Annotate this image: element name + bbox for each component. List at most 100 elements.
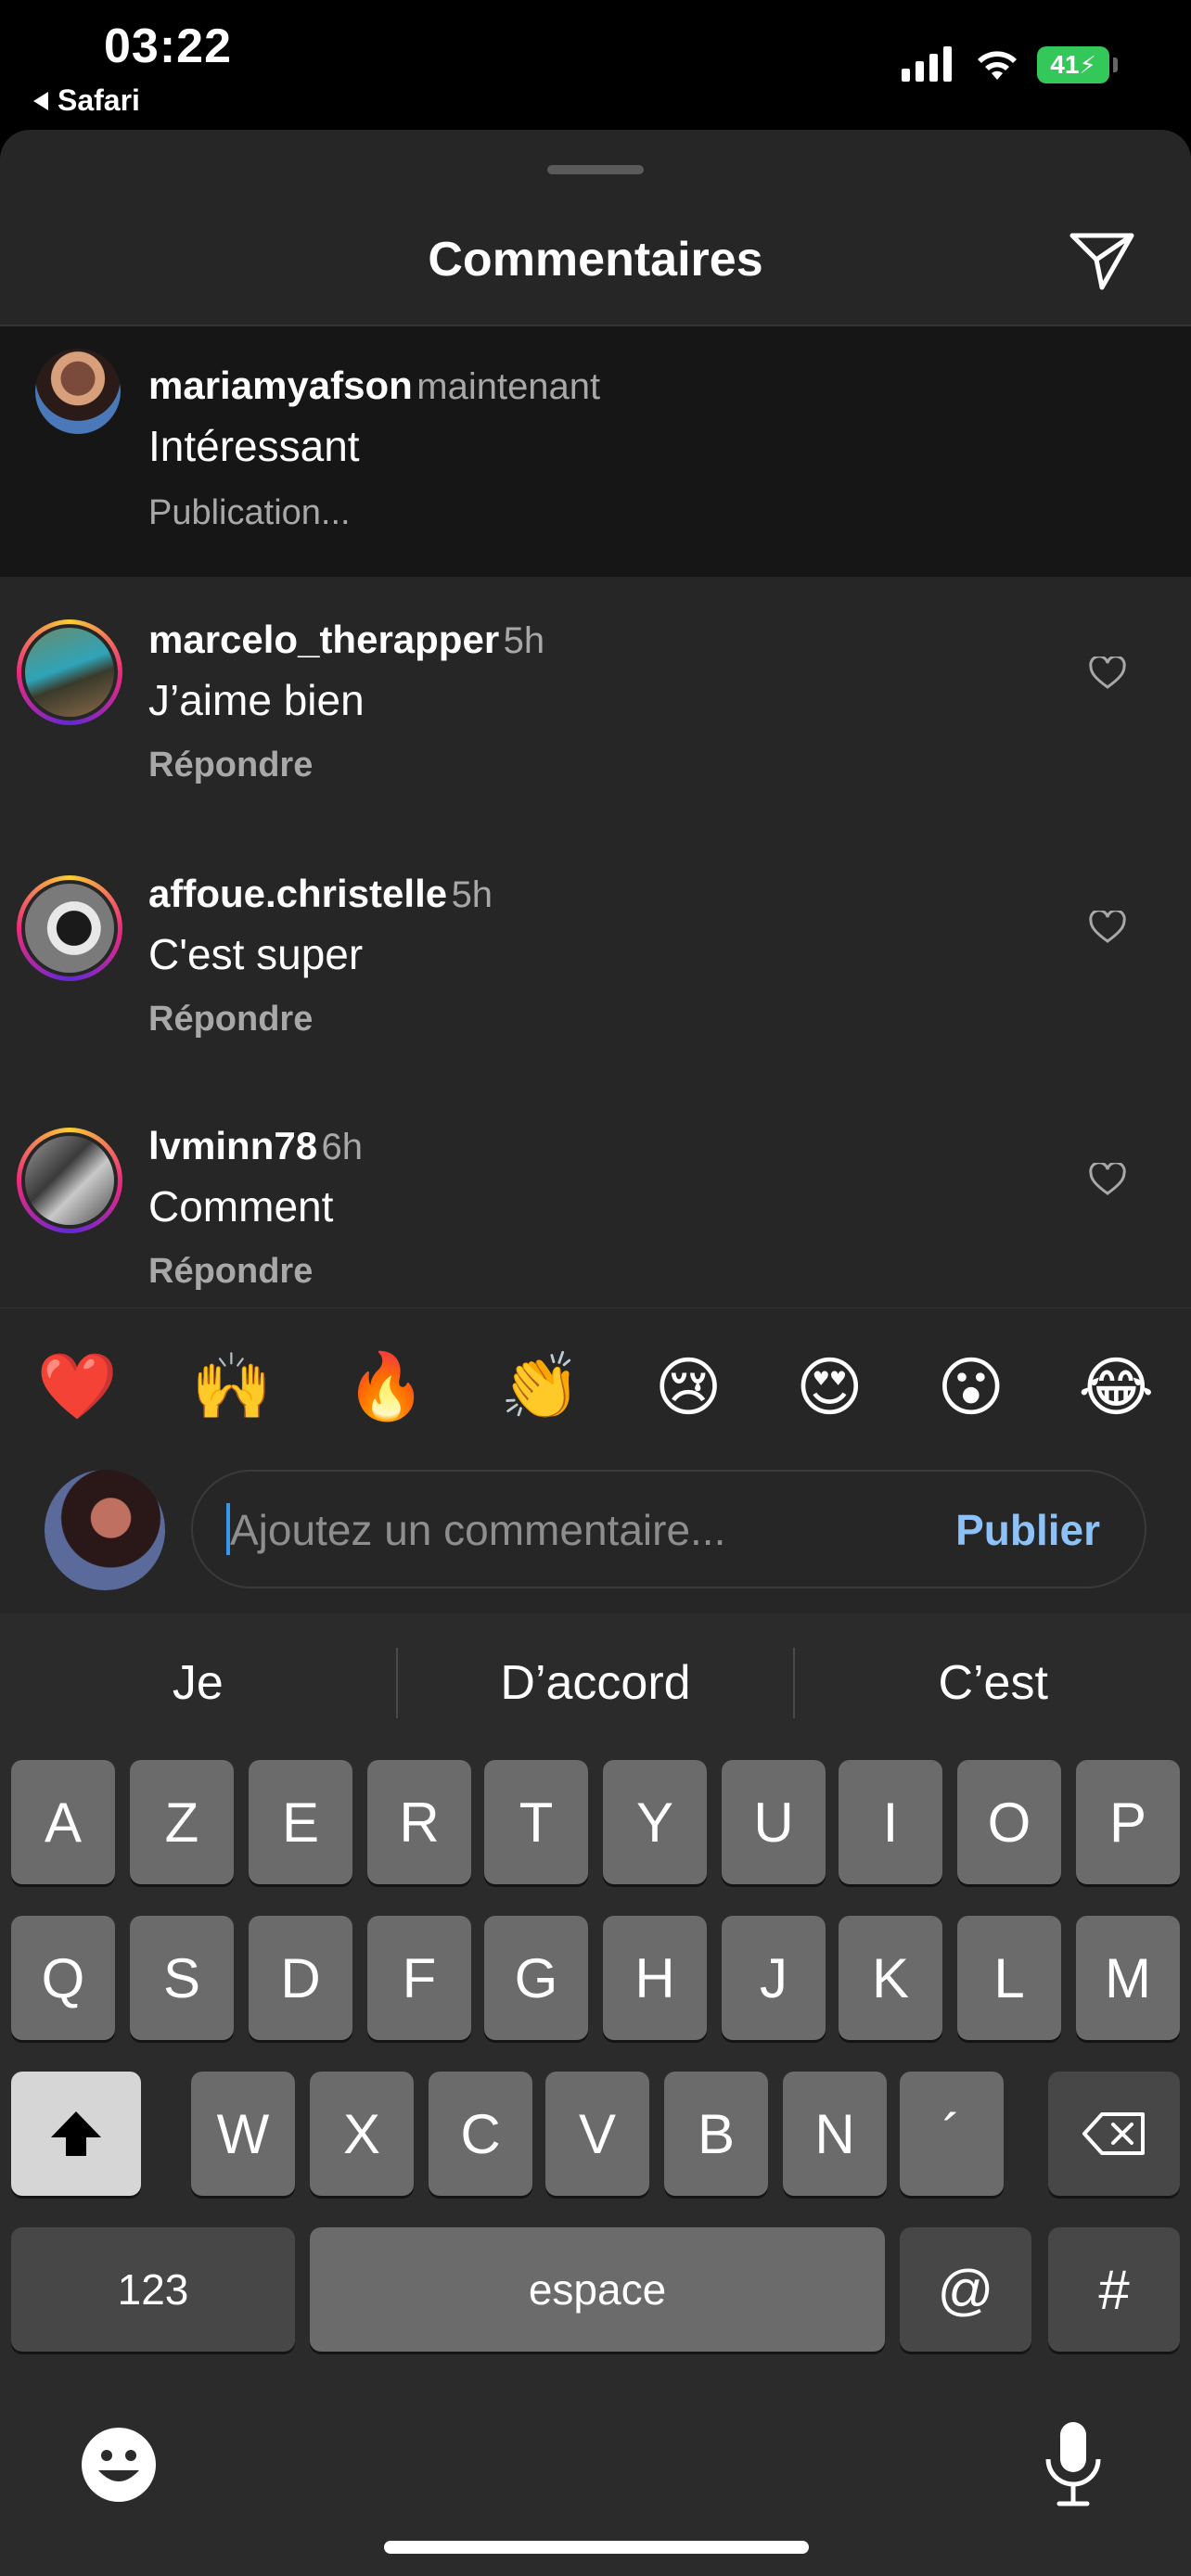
emoji-raising-hands[interactable]: 🙌 xyxy=(191,1349,272,1425)
comment-time: 6h xyxy=(321,1127,364,1167)
comment-header: lvminn78 6h xyxy=(148,1124,363,1168)
key-s[interactable]: S xyxy=(130,1916,234,2040)
key-e[interactable]: E xyxy=(249,1760,352,1884)
key-z[interactable]: Z xyxy=(130,1760,234,1884)
back-to-safari[interactable]: Safari xyxy=(33,83,140,118)
comment-input-placeholder: Ajoutez un commentaire... xyxy=(230,1506,726,1554)
comment-header: affoue.christelle 5h xyxy=(148,872,493,916)
key-g[interactable]: G xyxy=(484,1916,588,2040)
emoji-keyboard-icon[interactable] xyxy=(80,2426,158,2504)
battery-icon: 41 ⚡ xyxy=(1037,46,1109,83)
comment-composer: Ajoutez un commentaire... Publier xyxy=(0,1433,1191,1614)
space-key[interactable]: espace xyxy=(310,2227,885,2352)
key-a[interactable]: A xyxy=(11,1760,115,1884)
back-to-safari-label: Safari xyxy=(58,83,140,117)
avatar[interactable] xyxy=(17,1128,122,1233)
key-r[interactable]: R xyxy=(367,1760,471,1884)
comment-time: maintenant xyxy=(416,366,601,407)
comment-time: 5h xyxy=(503,620,545,661)
emoji-heart-eyes[interactable]: 😍 xyxy=(796,1349,864,1425)
comment-header: mariamyafson maintenant xyxy=(148,363,600,408)
heart-icon[interactable] xyxy=(1089,1163,1126,1196)
reply-button[interactable]: Répondre xyxy=(148,1252,313,1292)
emoji-heart[interactable]: ❤️ xyxy=(37,1349,118,1425)
keyboard: Je D’accord C’est A Z E R T Y U I O P Q … xyxy=(0,1613,1191,2576)
comment-text: C'est super xyxy=(148,930,364,978)
emoji-fire[interactable]: 🔥 xyxy=(346,1349,427,1425)
wifi-icon xyxy=(978,51,1017,80)
battery-cap xyxy=(1113,57,1118,72)
suggestion[interactable]: D’accord xyxy=(398,1655,794,1711)
avatar[interactable] xyxy=(17,619,122,725)
shift-key[interactable] xyxy=(11,2072,141,2196)
key-o[interactable]: O xyxy=(957,1760,1061,1884)
publish-button[interactable]: Publier xyxy=(955,1505,1100,1555)
key-d[interactable]: D xyxy=(249,1916,352,2040)
heart-icon[interactable] xyxy=(1089,657,1126,690)
avatar[interactable] xyxy=(17,875,122,981)
key-j[interactable]: J xyxy=(722,1916,826,2040)
heart-icon[interactable] xyxy=(1089,911,1126,944)
key-y[interactable]: Y xyxy=(603,1760,707,1884)
key-h[interactable]: H xyxy=(603,1916,707,2040)
comment-input[interactable]: Ajoutez un commentaire... Publier xyxy=(191,1470,1146,1588)
sheet-grabber[interactable] xyxy=(547,165,644,174)
suggestion[interactable]: Je xyxy=(0,1655,396,1711)
comment-text: J’aime bien xyxy=(148,676,365,724)
at-key[interactable]: @ xyxy=(900,2227,1031,2352)
comment-username[interactable]: mariamyafson xyxy=(148,363,413,407)
key-m[interactable]: M xyxy=(1076,1916,1180,2040)
comment-username[interactable]: affoue.christelle xyxy=(148,872,447,915)
hash-key[interactable]: # xyxy=(1048,2227,1180,2352)
suggestion[interactable]: C’est xyxy=(795,1655,1191,1711)
emoji-laughing[interactable]: 😂 xyxy=(1078,1349,1154,1425)
my-avatar xyxy=(45,1470,165,1590)
comment-text: Comment xyxy=(148,1182,334,1231)
key-w[interactable]: W xyxy=(191,2072,295,2196)
reply-button[interactable]: Répondre xyxy=(148,1000,313,1039)
delete-key[interactable] xyxy=(1048,2072,1180,2196)
status-bar: 03:22 Safari 41 ⚡ xyxy=(0,0,1191,130)
key-f[interactable]: F xyxy=(367,1916,471,2040)
comment-time: 5h xyxy=(451,874,493,915)
key-u[interactable]: U xyxy=(722,1760,826,1884)
pending-comment: mariamyafson maintenant Intéressant Publ… xyxy=(0,326,1191,577)
key-x[interactable]: X xyxy=(310,2072,414,2196)
microphone-icon[interactable] xyxy=(1043,2420,1104,2509)
battery-level: 41 xyxy=(1050,50,1080,79)
comment-item: lvminn78 6h Comment Répondre xyxy=(0,1081,1191,1333)
home-indicator[interactable] xyxy=(384,2541,809,2554)
key-k[interactable]: K xyxy=(839,1916,942,2040)
key-acute-accent[interactable]: ´ xyxy=(900,2072,1004,2196)
key-n[interactable]: N xyxy=(783,2072,887,2196)
comment-item: affoue.christelle 5h C'est super Répondr… xyxy=(0,829,1191,1081)
comment-item: marcelo_therapper 5h J’aime bien Répondr… xyxy=(0,577,1191,829)
comment-text: Intéressant xyxy=(148,422,360,470)
comment-username[interactable]: lvminn78 xyxy=(148,1124,317,1167)
key-i[interactable]: I xyxy=(839,1760,942,1884)
numbers-key[interactable]: 123 xyxy=(11,2227,295,2352)
shift-arrow-icon xyxy=(51,2111,101,2156)
reply-button[interactable]: Répondre xyxy=(148,746,313,785)
sheet-title: Commentaires xyxy=(428,233,763,287)
predictive-bar: Je D’accord C’est xyxy=(0,1613,1191,1753)
key-c[interactable]: C xyxy=(429,2072,532,2196)
key-b[interactable]: B xyxy=(664,2072,768,2196)
avatar[interactable] xyxy=(35,349,121,434)
back-arrow-icon xyxy=(33,91,48,110)
emoji-crying[interactable]: 😢 xyxy=(655,1349,723,1425)
comment-header: marcelo_therapper 5h xyxy=(148,618,544,662)
cellular-signal-icon xyxy=(902,46,952,82)
key-q[interactable]: Q xyxy=(11,1916,115,2040)
key-v[interactable]: V xyxy=(545,2072,649,2196)
emoji-clapping[interactable]: 👏 xyxy=(500,1349,581,1425)
status-time: 03:22 xyxy=(104,19,232,73)
emoji-surprised[interactable]: 😮 xyxy=(937,1349,1005,1425)
backspace-icon xyxy=(1082,2112,1145,2155)
comment-username[interactable]: marcelo_therapper xyxy=(148,618,499,661)
key-p[interactable]: P xyxy=(1076,1760,1180,1884)
key-l[interactable]: L xyxy=(957,1916,1061,2040)
paper-plane-icon[interactable] xyxy=(1067,228,1137,293)
key-t[interactable]: T xyxy=(484,1760,588,1884)
comments-sheet: Commentaires mariamyafson maintenant Int… xyxy=(0,130,1191,1613)
